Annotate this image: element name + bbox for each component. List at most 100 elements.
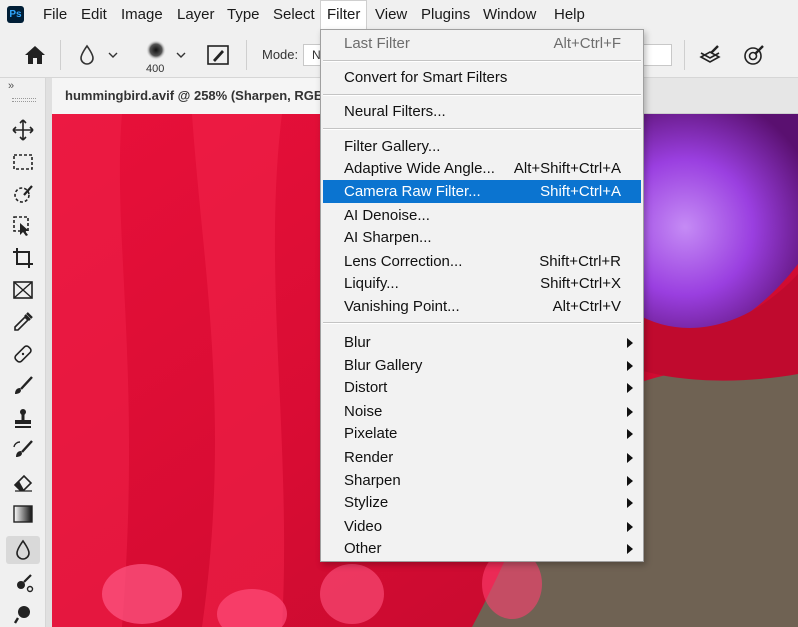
menu-item-shortcut: Shift+Ctrl+X xyxy=(540,275,621,292)
menu-item-shortcut: Alt+Shift+Ctrl+A xyxy=(513,160,621,177)
menu-item-stylize[interactable]: Stylize xyxy=(323,491,641,514)
menu-item-label: Stylize xyxy=(344,494,389,511)
crop-tool-icon[interactable] xyxy=(6,244,40,272)
brush-size: 400 xyxy=(146,63,165,75)
menu-item-blur[interactable]: Blur xyxy=(323,331,641,354)
menu-item-ai-denoise[interactable]: AI Denoise... xyxy=(323,204,641,227)
menu-item-camera-raw-filter[interactable]: Camera Raw Filter... Shift+Ctrl+A xyxy=(323,180,641,203)
menu-file[interactable]: File xyxy=(43,0,67,30)
strength-field[interactable] xyxy=(642,44,672,66)
pen-tool-icon[interactable] xyxy=(6,600,40,627)
menu-separator xyxy=(323,322,641,324)
quick-select-tool-icon[interactable] xyxy=(6,212,40,240)
menu-layer[interactable]: Layer xyxy=(177,0,215,30)
brush-tool-icon[interactable] xyxy=(6,372,40,400)
menu-item-label: Liquify... xyxy=(344,275,399,292)
frame-tool-icon[interactable] xyxy=(6,276,40,304)
menu-item-liquify[interactable]: Liquify... Shift+Ctrl+X xyxy=(323,272,641,295)
menu-item-adaptive-wide-angle[interactable]: Adaptive Wide Angle... Alt+Shift+Ctrl+A xyxy=(323,157,641,180)
menu-edit[interactable]: Edit xyxy=(81,0,107,30)
blur-drop-icon[interactable] xyxy=(76,42,98,68)
menu-item-shortcut: Alt+Ctrl+F xyxy=(553,35,621,52)
menu-item-label: Other xyxy=(344,540,382,557)
menu-item-sharpen[interactable]: Sharpen xyxy=(323,469,641,492)
menu-select[interactable]: Select xyxy=(273,0,315,30)
menu-item-label: Last Filter xyxy=(344,35,410,52)
eraser-tool-icon[interactable] xyxy=(6,468,40,496)
menu-item-label: Blur Gallery xyxy=(344,357,423,374)
menu-item-label: Sharpen xyxy=(344,472,401,489)
menu-image[interactable]: Image xyxy=(121,0,163,30)
collapse-arrows-icon[interactable]: » xyxy=(8,80,14,92)
menu-filter[interactable]: Filter xyxy=(320,0,368,30)
menu-item-video[interactable]: Video xyxy=(323,515,641,538)
menu-item-filter-gallery[interactable]: Filter Gallery... xyxy=(323,135,641,158)
menu-item-label: AI Sharpen... xyxy=(344,229,432,246)
chevron-down-icon[interactable] xyxy=(106,48,120,62)
eyedropper-tool-icon[interactable] xyxy=(6,308,40,336)
menu-window[interactable]: Window xyxy=(483,0,536,30)
menu-item-label: Pixelate xyxy=(344,425,398,442)
home-icon[interactable] xyxy=(22,42,48,68)
menu-item-label: Video xyxy=(344,518,383,535)
menu-item-label: Blur xyxy=(344,334,371,351)
menu-item-noise[interactable]: Noise xyxy=(323,400,641,423)
menu-item-pixelate[interactable]: Pixelate xyxy=(323,422,641,445)
menu-item-neural-filters[interactable]: Neural Filters... xyxy=(323,100,641,123)
menu-item-other[interactable]: Other xyxy=(323,537,641,560)
submenu-arrow-icon xyxy=(627,544,633,554)
menu-item-label: Lens Correction... xyxy=(344,253,463,270)
brush-preview-icon[interactable] xyxy=(144,38,168,62)
menu-item-label: Convert for Smart Filters xyxy=(344,69,508,86)
menu-separator xyxy=(323,94,641,96)
menu-help[interactable]: Help xyxy=(554,0,585,30)
submenu-arrow-icon xyxy=(627,522,633,532)
menu-item-blur-gallery[interactable]: Blur Gallery xyxy=(323,354,641,377)
menu-item-last-filter: Last Filter Alt+Ctrl+F xyxy=(323,32,641,55)
separator xyxy=(60,40,61,70)
blur-tool-icon[interactable] xyxy=(6,536,40,564)
clone-stamp-tool-icon[interactable] xyxy=(6,404,40,432)
menu-item-label: Noise xyxy=(344,403,383,420)
menu-item-label: Distort xyxy=(344,379,388,396)
panel-grip[interactable] xyxy=(12,98,36,102)
submenu-arrow-icon xyxy=(627,453,633,463)
object-selection-tool-icon[interactable] xyxy=(6,180,40,208)
menu-item-lens-correction[interactable]: Lens Correction... Shift+Ctrl+R xyxy=(323,250,641,273)
menu-item-distort[interactable]: Distort xyxy=(323,376,641,399)
menu-view[interactable]: View xyxy=(375,0,407,30)
menu-type[interactable]: Type xyxy=(227,0,260,30)
menu-item-label: Filter Gallery... xyxy=(344,138,441,155)
menu-item-render[interactable]: Render xyxy=(323,446,641,469)
menu-plugins[interactable]: Plugins xyxy=(421,0,470,30)
submenu-arrow-icon xyxy=(627,383,633,393)
menu-separator xyxy=(323,60,641,62)
menu-item-shortcut: Shift+Ctrl+R xyxy=(539,253,621,270)
submenu-arrow-icon xyxy=(627,476,633,486)
move-tool-icon[interactable] xyxy=(6,116,40,144)
menu-item-label: Render xyxy=(344,449,394,466)
healing-brush-tool-icon[interactable] xyxy=(6,340,40,368)
menu-item-label: Adaptive Wide Angle... xyxy=(344,160,495,177)
separator xyxy=(684,40,685,70)
submenu-arrow-icon xyxy=(627,407,633,417)
chevron-down-icon[interactable] xyxy=(174,48,188,62)
menu-item-label: Camera Raw Filter... xyxy=(344,183,481,200)
pressure-icon[interactable] xyxy=(741,42,767,68)
brush-settings-icon[interactable] xyxy=(205,42,231,68)
history-brush-tool-icon[interactable] xyxy=(6,436,40,464)
menu-separator xyxy=(323,128,641,130)
menu-item-vanishing-point[interactable]: Vanishing Point... Alt+Ctrl+V xyxy=(323,295,641,318)
submenu-arrow-icon xyxy=(627,338,633,348)
menu-item-ai-sharpen[interactable]: AI Sharpen... xyxy=(323,226,641,249)
sample-all-layers-icon[interactable] xyxy=(697,42,723,68)
filter-menu: Last Filter Alt+Ctrl+F Convert for Smart… xyxy=(320,29,644,562)
marquee-tool-icon[interactable] xyxy=(6,148,40,176)
document-tab[interactable]: hummingbird.avif @ 258% (Sharpen, RGB/8) xyxy=(52,78,352,114)
menu-bar: Ps File Edit Image Layer Type Select Fil… xyxy=(0,0,798,30)
submenu-arrow-icon xyxy=(627,361,633,371)
gradient-tool-icon[interactable] xyxy=(6,500,40,528)
menu-item-convert-smart-filters[interactable]: Convert for Smart Filters xyxy=(323,66,641,89)
submenu-arrow-icon xyxy=(627,498,633,508)
dodge-tool-icon[interactable] xyxy=(6,568,40,596)
